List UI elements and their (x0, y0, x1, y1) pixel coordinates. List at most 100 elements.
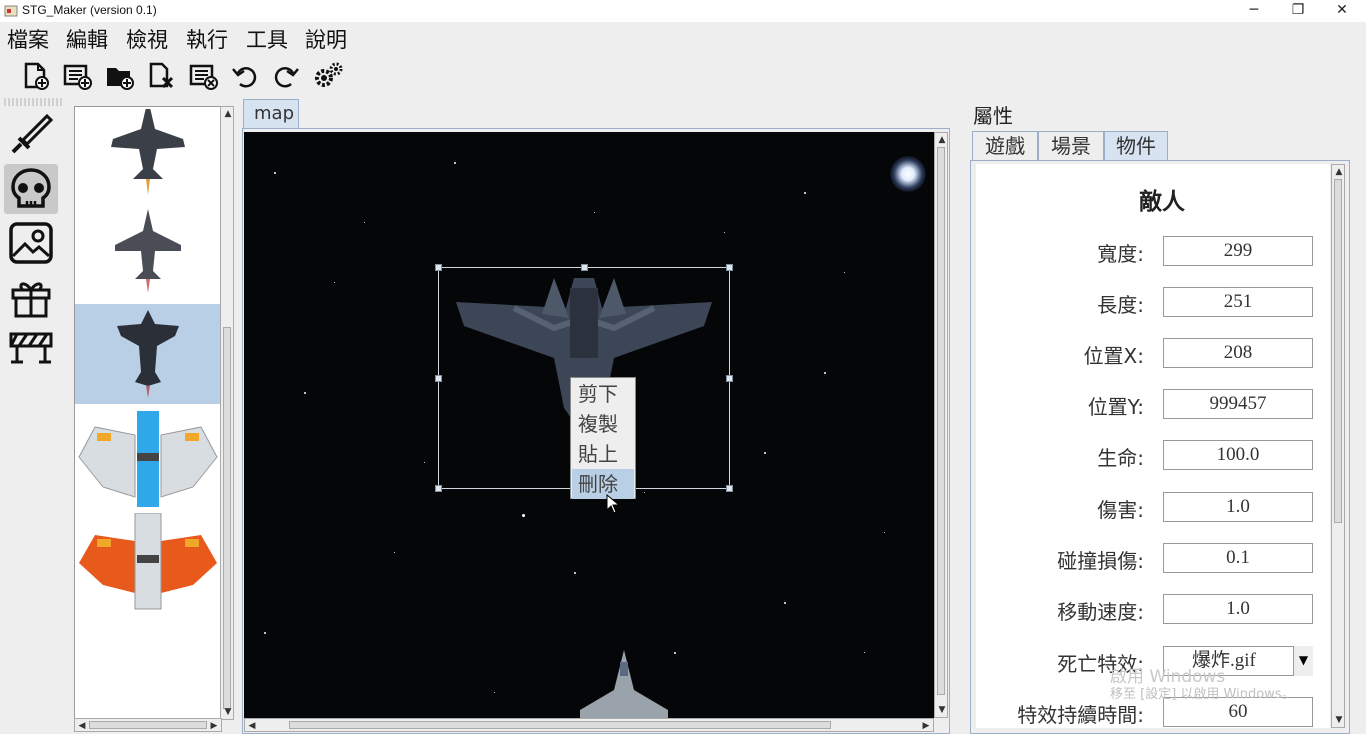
category-weapon-button[interactable] (4, 110, 58, 160)
entity-title: 敵人 (1139, 189, 1185, 215)
properties-title: 屬性 (973, 104, 1013, 128)
effect-duration-label: 特效持續時間: (1017, 703, 1144, 727)
settings-icon (315, 62, 343, 87)
toolbar (0, 52, 1366, 98)
jet-sprite (117, 310, 179, 398)
app-icon (4, 5, 18, 17)
palette-hscroll-thumb[interactable] (89, 721, 207, 729)
gift-icon (11, 282, 51, 318)
resize-handle-se[interactable] (726, 485, 733, 492)
jet-sprite (111, 109, 185, 195)
toolbar-grip[interactable] (4, 98, 62, 106)
map-canvas[interactable]: 剪下 複製 貼上 刪除 (244, 132, 934, 718)
palette-hscrollbar[interactable]: ◀ ▶ (74, 718, 222, 732)
palette-vscroll-thumb[interactable] (223, 327, 231, 709)
new-folder-icon (107, 68, 134, 90)
context-paste[interactable]: 貼上 (572, 439, 634, 469)
menu-run[interactable]: 執行 (186, 24, 228, 54)
properties-vscroll-thumb[interactable] (1334, 179, 1342, 523)
palette-item-blue-ship[interactable] (75, 407, 221, 507)
close-file-button[interactable] (143, 58, 179, 94)
resize-handle-w[interactable] (435, 375, 442, 382)
window-title: STG_Maker (version 0.1) (22, 3, 157, 17)
damage-field[interactable]: 1.0 (1163, 492, 1313, 522)
restore-button[interactable]: ❐ (1276, 0, 1320, 22)
width-label: 寬度: (1097, 242, 1144, 266)
new-folder-button[interactable] (101, 58, 137, 94)
undo-icon (232, 66, 257, 88)
map-hscroll-thumb[interactable] (289, 721, 831, 729)
tab-scene[interactable]: 場景 (1038, 131, 1104, 161)
title-bar: STG_Maker (version 0.1) ─ ❐ ✕ (0, 0, 1366, 22)
sprite-palette (74, 106, 222, 720)
new-list-icon (63, 64, 92, 90)
properties-vscrollbar[interactable]: ▲ ▼ (1331, 164, 1345, 728)
resize-handle-nw[interactable] (435, 264, 442, 271)
player-ship-sprite (580, 650, 668, 718)
life-field[interactable]: 100.0 (1163, 440, 1313, 470)
move-speed-field[interactable]: 1.0 (1163, 594, 1313, 624)
pos-x-field[interactable]: 208 (1163, 338, 1313, 368)
pos-y-field[interactable]: 999457 (1163, 389, 1313, 419)
new-file-button[interactable] (17, 58, 53, 94)
resize-handle-n[interactable] (581, 264, 588, 271)
sword-icon (11, 113, 54, 154)
delete-list-button[interactable] (185, 58, 221, 94)
barrier-icon (9, 332, 53, 364)
context-delete[interactable]: 刪除 (572, 469, 634, 499)
pos-y-label: 位置Y: (1087, 395, 1144, 419)
height-field[interactable]: 251 (1163, 287, 1313, 317)
collision-damage-label: 碰撞損傷: (1057, 549, 1144, 573)
new-list-button[interactable] (59, 58, 95, 94)
delete-list-icon (189, 64, 218, 90)
category-item-button[interactable] (4, 272, 58, 322)
map-vscroll-thumb[interactable] (937, 147, 945, 695)
undo-button[interactable] (227, 58, 263, 94)
mouse-cursor-icon (606, 494, 620, 514)
close-button[interactable]: ✕ (1320, 0, 1364, 22)
menu-help[interactable]: 說明 (305, 24, 347, 54)
image-icon (9, 222, 53, 264)
bright-star (890, 156, 926, 192)
context-menu: 剪下 複製 貼上 刪除 (570, 377, 636, 499)
menu-file[interactable]: 檔案 (7, 24, 49, 54)
tab-object[interactable]: 物件 (1104, 131, 1168, 161)
windows-activation-hint: 移至 [設定] 以啟用 Windows。 (1110, 687, 1295, 702)
palette-vscrollbar[interactable]: ▲ ▼ (220, 106, 234, 720)
category-enemy-button[interactable] (4, 164, 58, 214)
palette-item-jet-3[interactable] (75, 304, 221, 404)
palette-item-jet-1[interactable] (75, 107, 221, 207)
orange-ship-sprite (79, 513, 217, 610)
menu-bar: 檔案 編輯 檢視 執行 工具 說明 (0, 22, 1366, 52)
menu-view[interactable]: 檢視 (126, 24, 168, 54)
tab-game[interactable]: 遊戲 (972, 131, 1038, 161)
resize-handle-ne[interactable] (726, 264, 733, 271)
context-cut[interactable]: 剪下 (572, 379, 634, 409)
width-field[interactable]: 299 (1163, 236, 1313, 266)
menu-tools[interactable]: 工具 (246, 24, 288, 54)
jet-sprite (115, 209, 181, 293)
minimize-button[interactable]: ─ (1232, 0, 1276, 22)
resize-handle-e[interactable] (726, 375, 733, 382)
palette-item-orange-ship[interactable] (75, 513, 221, 613)
pos-x-label: 位置X: (1083, 344, 1144, 368)
map-hscrollbar[interactable]: ◀ ▶ (244, 718, 934, 732)
map-vscrollbar[interactable]: ▲ ▼ (934, 132, 948, 718)
life-label: 生命: (1097, 446, 1144, 470)
redo-button[interactable] (268, 58, 304, 94)
skull-icon (11, 168, 51, 208)
settings-button[interactable] (310, 58, 346, 94)
category-obstacle-button[interactable] (4, 322, 58, 372)
palette-item-jet-2[interactable] (75, 203, 221, 303)
category-background-button[interactable] (4, 218, 58, 268)
chevron-down-icon[interactable]: ▼ (1293, 646, 1313, 676)
collision-damage-field[interactable]: 0.1 (1163, 543, 1313, 573)
blue-ship-sprite (78, 411, 218, 507)
resize-handle-sw[interactable] (435, 485, 442, 492)
menu-edit[interactable]: 編輯 (66, 24, 108, 54)
new-file-icon (24, 62, 49, 90)
tab-map[interactable]: map (243, 99, 299, 129)
height-label: 長度: (1097, 293, 1144, 317)
damage-label: 傷害: (1097, 498, 1144, 522)
context-copy[interactable]: 複製 (572, 409, 634, 439)
